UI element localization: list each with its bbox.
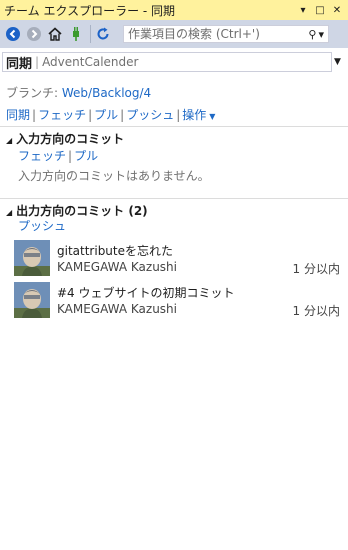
search-dropdown-icon[interactable]: ▾ [318,28,324,41]
maximize-icon[interactable]: □ [313,3,327,17]
page-title: 同期 [6,56,33,72]
title-bar: チーム エクスプローラー - 同期 ▾ □ ✕ [0,0,348,20]
close-icon[interactable]: ✕ [330,3,344,17]
outgoing-push-link[interactable]: プッシュ [18,219,66,233]
branch-label: ブランチ: [6,86,59,100]
avatar [14,282,50,318]
action-separator: | [176,108,181,122]
commit-time: 1 分以内 [292,304,340,318]
avatar [14,240,50,276]
toolbar: ⚲ ▾ [0,20,348,48]
outgoing-title: 出力方向のコミット (2) [16,204,148,218]
outgoing-links: プッシュ [18,217,66,234]
forward-icon[interactable] [25,25,43,43]
toolbar-separator [90,25,91,43]
page-title-divider: | [35,55,40,69]
actions-caret-icon[interactable]: ▼ [209,112,215,121]
dropdown-icon[interactable]: ▾ [296,3,310,17]
section-divider [0,198,348,199]
pull-link[interactable]: プル [94,108,118,122]
commit-author: KAMEGAWA Kazushi [57,260,177,274]
incoming-pull-link[interactable]: プル [74,149,98,163]
action-links: 同期 | フェッチ | プル | プッシュ | 操作 ▼ [6,106,215,123]
incoming-separator: | [68,149,73,163]
expand-icon[interactable]: ◢ [6,208,12,217]
commit-author: KAMEGAWA Kazushi [57,302,177,316]
branch-info: ブランチ: Web/Backlog/4 [6,84,151,101]
action-separator: | [32,108,37,122]
incoming-title: 入力方向のコミット [16,132,125,146]
back-icon[interactable] [4,25,22,43]
commit-item[interactable]: #4 ウェブサイトの初期コミット KAMEGAWA Kazushi 1 分以内 [14,282,344,320]
search-box[interactable]: ⚲ ▾ [123,25,329,43]
section-divider [0,126,348,127]
commit-message: #4 ウェブサイトの初期コミット [57,286,235,300]
push-link[interactable]: プッシュ [126,108,174,122]
actions-menu[interactable]: 操作 [182,108,206,122]
fetch-link[interactable]: フェッチ [38,108,86,122]
search-input[interactable] [128,27,307,41]
action-separator: | [88,108,93,122]
home-icon[interactable] [46,25,64,43]
connect-icon[interactable] [67,25,85,43]
incoming-links: フェッチ | プル [18,147,98,164]
commit-time: 1 分以内 [292,262,340,276]
branch-link[interactable]: Web/Backlog/4 [62,86,151,100]
search-icon[interactable]: ⚲ [308,28,316,41]
commit-message: gitattributeを忘れた [57,244,173,258]
page-selector[interactable]: 同期 | AdventCalender [2,52,332,72]
expand-icon[interactable]: ◢ [6,136,12,145]
page-dropdown-icon[interactable]: ▼ [334,57,341,67]
sync-link[interactable]: 同期 [6,108,30,122]
incoming-empty-message: 入力方向のコミットはありません。 [18,169,210,183]
action-separator: | [120,108,125,122]
refresh-icon[interactable] [94,25,112,43]
incoming-fetch-link[interactable]: フェッチ [18,149,66,163]
page-context: AdventCalender [42,55,139,69]
incoming-section-header[interactable]: ◢ 入力方向のコミット [6,130,124,147]
window-title: チーム エクスプローラー - 同期 [4,3,176,18]
commit-item[interactable]: gitattributeを忘れた KAMEGAWA Kazushi 1 分以内 [14,240,344,278]
